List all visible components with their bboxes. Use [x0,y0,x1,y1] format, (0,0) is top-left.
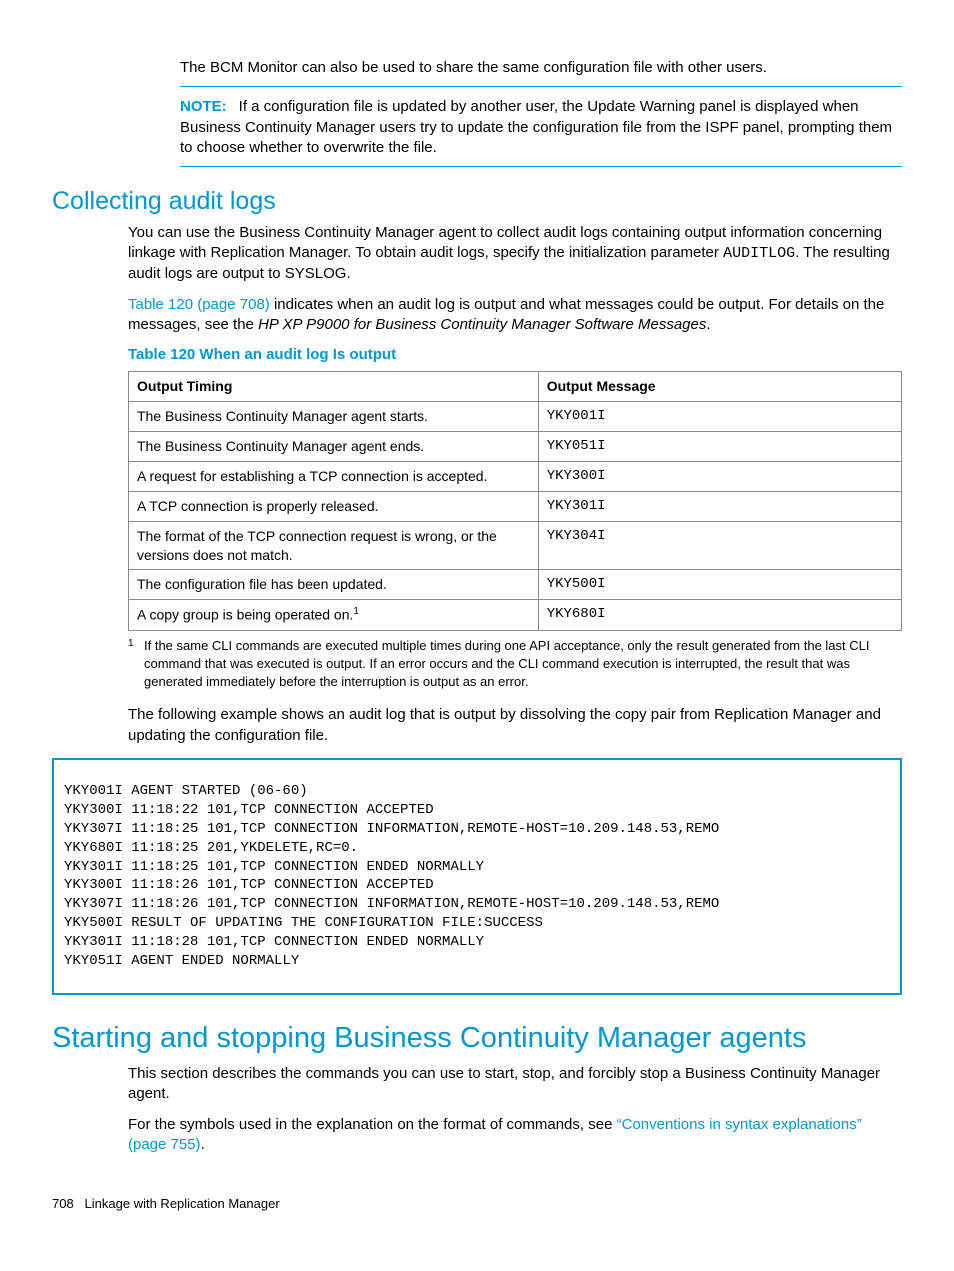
section2-body: This section describes the commands you … [128,1064,902,1155]
cell-output-timing: The Business Continuity Manager agent en… [129,432,539,462]
th-output-timing: Output Timing [129,372,539,402]
note-top-rule [180,86,902,87]
note-body: If a configuration file is updated by an… [180,98,892,156]
intro-text: The BCM Monitor can also be used to shar… [180,59,767,76]
cell-output-timing: A request for establishing a TCP connect… [129,461,539,491]
footnote-text: If the same CLI commands are executed mu… [144,637,902,692]
cell-output-message: YKY001I [538,402,901,432]
table-row: The Business Continuity Manager agent en… [129,432,902,462]
cell-output-timing: The format of the TCP connection request… [129,521,539,570]
cell-output-message: YKY304I [538,521,901,570]
cell-output-timing: A copy group is being operated on.1 [129,600,539,631]
table-row: The format of the TCP connection request… [129,521,902,570]
cell-output-timing: The configuration file has been updated. [129,570,539,600]
cell-output-message: YKY680I [538,600,901,631]
footnote-mark: 1 [128,637,144,692]
th-output-message: Output Message [538,372,901,402]
audit-log-example-code: YKY001I AGENT STARTED (06-60) YKY300I 11… [52,758,902,995]
footnote-ref: 1 [353,606,359,617]
table-row: The configuration file has been updated.… [129,570,902,600]
chapter-title: Linkage with Replication Manager [85,1196,280,1211]
s1-p1-code: AUDITLOG [723,245,795,262]
audit-log-table: Output Timing Output Message The Busines… [128,371,902,631]
s2-p2b: . [201,1136,205,1153]
intro-paragraph: The BCM Monitor can also be used to shar… [180,58,902,78]
s1-p2b: . [706,316,710,333]
cell-output-message: YKY300I [538,461,901,491]
table-row: The Business Continuity Manager agent st… [129,402,902,432]
s2-p1: This section describes the commands you … [128,1064,902,1105]
cell-output-timing: A TCP connection is properly released. [129,491,539,521]
cell-output-timing: The Business Continuity Manager agent st… [129,402,539,432]
table-header-row: Output Timing Output Message [129,372,902,402]
page-footer: 708 Linkage with Replication Manager [52,1195,902,1213]
heading-starting-stopping-agents: Starting and stopping Business Continuit… [52,1019,902,1058]
cell-output-message: YKY301I [538,491,901,521]
table-row: A request for establishing a TCP connect… [129,461,902,491]
table-120-link[interactable]: Table 120 (page 708) [128,296,270,313]
cell-output-message: YKY500I [538,570,901,600]
table-caption: Table 120 When an audit log Is output [128,345,902,365]
table-footnote: 1 If the same CLI commands are executed … [128,637,902,692]
example-intro: The following example shows an audit log… [128,705,902,746]
section1-body: You can use the Business Continuity Mana… [128,223,902,335]
heading-collecting-audit-logs: Collecting audit logs [52,185,902,219]
cell-output-message: YKY051I [538,432,901,462]
example-intro-text: The following example shows an audit log… [128,705,902,746]
page-number: 708 [52,1196,74,1211]
s2-p2a: For the symbols used in the explanation … [128,1116,617,1133]
s1-p2-ital: HP XP P9000 for Business Continuity Mana… [258,316,706,333]
note-label: NOTE: [180,98,239,115]
note-block: NOTE:If a configuration file is updated … [180,91,902,167]
table-row: A TCP connection is properly released.YK… [129,491,902,521]
table-row: A copy group is being operated on.1YKY68… [129,600,902,631]
